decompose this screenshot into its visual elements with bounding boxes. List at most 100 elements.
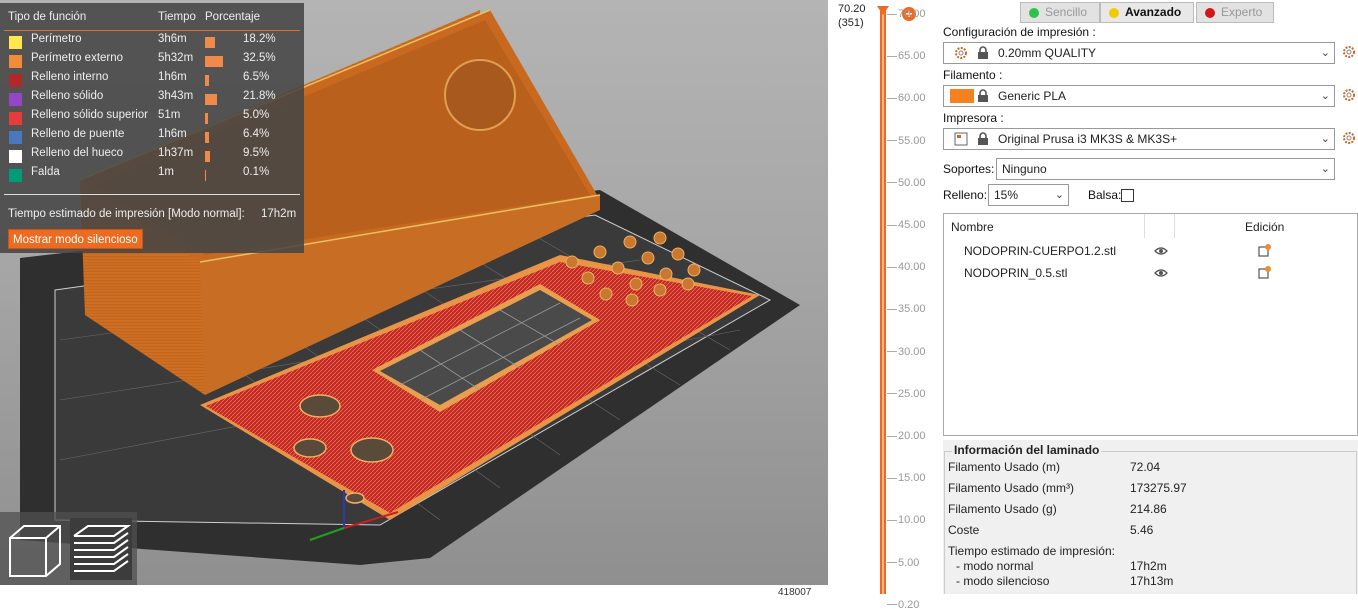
legend-percent: 9.5% (243, 147, 270, 159)
object-row[interactable]: NODOPRIN-CUERPO1.2.stl (944, 241, 1357, 263)
mode-advanced-label: Avanzado (1125, 5, 1182, 19)
show-silent-mode-button[interactable]: Mostrar modo silencioso (8, 229, 143, 249)
legend-header-type: Tipo de función (8, 11, 87, 23)
legend-feature-label: Relleno sólido superior (31, 109, 148, 121)
legend-feature-label: Falda (31, 166, 60, 178)
legend-divider (4, 30, 300, 31)
legend-percent: 0.1% (243, 166, 270, 178)
slice-info-value: 173275.97 (1130, 481, 1187, 495)
right-sidebar: Sencillo Avanzado Experto Configuración … (938, 0, 1358, 594)
print-settings-edit-icon[interactable] (1342, 45, 1356, 62)
object-name: NODOPRIN-CUERPO1.2.stl (964, 244, 1117, 258)
green-dot-icon (1029, 8, 1039, 18)
lock-icon (977, 46, 989, 63)
slider-tick-label: 45.00 (887, 219, 926, 231)
legend-time: 1h6m (158, 71, 187, 83)
edit-object-icon[interactable] (1258, 243, 1272, 260)
layers-view-button[interactable] (70, 518, 132, 580)
legend-percent-bar (205, 170, 206, 181)
infill-label: Relleno: (943, 188, 988, 202)
slider-tick-label: 0.20 (887, 599, 919, 611)
filament-combo[interactable]: Generic PLA ⌄ (943, 85, 1335, 107)
mode-simple-button[interactable]: Sencillo (1020, 2, 1100, 23)
object-name: NODOPRIN_0.5.stl (964, 266, 1068, 280)
brim-checkbox[interactable] (1121, 189, 1134, 202)
legend-time: 1m (158, 166, 174, 178)
supports-label: Soportes: (943, 162, 995, 176)
lock-icon (977, 132, 989, 149)
slider-tick-label: 20.00 (887, 430, 926, 442)
printer-edit-icon[interactable] (1342, 131, 1356, 148)
slice-info-label: Filamento Usado (g) (948, 502, 1057, 516)
slice-info-panel: Información del laminado Filamento Usado… (943, 440, 1358, 594)
mode-expert-label: Experto (1221, 5, 1263, 19)
print-settings-combo[interactable]: 0.20mm QUALITY ⌄ (943, 42, 1335, 64)
legend-feature-label: Perímetro externo (31, 52, 124, 64)
layer-slider[interactable]: 70.20 (351) + 70.00 65.00 60.00 55.00 50.00 4… (832, 0, 936, 611)
legend-time: 1h37m (158, 147, 194, 159)
print-settings-label: Configuración de impresión : (943, 25, 1096, 39)
legend-feature-label: Relleno sólido (31, 90, 104, 102)
slice-info-value: 5.46 (1130, 523, 1154, 537)
supports-value: Ninguno (1002, 162, 1047, 176)
infill-combo[interactable]: 15% ⌄ (988, 184, 1069, 206)
object-row[interactable]: NODOPRIN_0.5.stl (944, 263, 1357, 285)
legend-feature-label: Perímetro (31, 33, 82, 45)
printer-icon (954, 132, 968, 149)
slider-tick-label: 65.00 (887, 50, 926, 62)
legend-percent: 6.4% (243, 128, 270, 140)
legend-header-percent: Porcentaje (205, 11, 260, 23)
brim-label: Balsa: (1088, 188, 1122, 202)
coordinate-readout: 418007 (778, 587, 812, 598)
chevron-down-icon: ⌄ (1320, 90, 1330, 102)
chevron-down-icon: ⌄ (1320, 163, 1330, 175)
object-list[interactable]: Nombre Edición NODOPRIN-CUERPO1.2.stl NOD… (943, 213, 1358, 436)
edit-object-icon[interactable] (1258, 265, 1272, 282)
legend-percent: 18.2% (243, 33, 276, 45)
legend-row: Relleno interno 1h6m 6.5% (0, 71, 304, 90)
view-type-toggle (0, 512, 137, 585)
slider-tick-label: 35.00 (887, 303, 926, 315)
eye-icon[interactable] (1154, 267, 1168, 281)
slice-info-value: 214.86 (1130, 502, 1167, 516)
estimated-time-label: Tiempo estimado de impresión [Modo norma… (8, 208, 245, 220)
infill-value: 15% (994, 188, 1019, 202)
print-settings-value: 0.20mm QUALITY (998, 46, 1097, 60)
legend-time: 5h32m (158, 52, 194, 64)
mode-advanced-button[interactable]: Avanzado (1100, 2, 1194, 23)
legend-percent: 32.5% (243, 52, 276, 64)
legend-divider-2 (4, 194, 300, 195)
legend-row: Perímetro externo 5h32m 32.5% (0, 52, 304, 71)
layers-icon (73, 525, 132, 572)
slice-info-value: 72.04 (1130, 460, 1161, 474)
slice-info-label: Coste (948, 523, 980, 537)
filament-color-swatch[interactable] (950, 89, 974, 103)
supports-combo[interactable]: Ninguno ⌄ (996, 158, 1335, 180)
eye-icon[interactable] (1154, 245, 1168, 259)
estimated-time: Tiempo estimado de impresión [Modo norma… (8, 208, 296, 220)
printer-combo[interactable]: Original Prusa i3 MK3S & MK3S+ ⌄ (943, 128, 1335, 150)
legend-panel: Tipo de función Tiempo Porcentaje Períme… (0, 3, 304, 253)
legend-percent-bar (205, 132, 209, 143)
legend-header-time: Tiempo (158, 11, 196, 23)
slider-tick-label: 30.00 (887, 346, 926, 358)
slider-tick-label: 40.00 (887, 261, 926, 273)
legend-percent-bar (205, 113, 208, 124)
silent-mode-value: 17h13m (1130, 574, 1174, 588)
legend-swatch (9, 74, 22, 87)
lock-icon (977, 89, 989, 106)
legend-swatch (9, 131, 22, 144)
printer-label: Impresora : (943, 111, 1004, 125)
legend-percent-bar (205, 151, 210, 162)
slider-tick-label: 70.00 (887, 8, 926, 20)
object-list-name-header: Nombre (951, 220, 994, 234)
legend-percent-bar (205, 75, 209, 86)
chevron-down-icon: ⌄ (1054, 189, 1064, 201)
3d-viewport[interactable]: Tipo de función Tiempo Porcentaje Períme… (0, 0, 828, 585)
filament-edit-icon[interactable] (1342, 88, 1356, 105)
3d-view-button[interactable] (4, 518, 66, 580)
slider-track[interactable] (880, 10, 886, 594)
slider-tick-label: 15.00 (887, 472, 926, 484)
mode-expert-button[interactable]: Experto (1196, 2, 1274, 23)
slice-info-title: Información del laminado (952, 443, 1102, 457)
